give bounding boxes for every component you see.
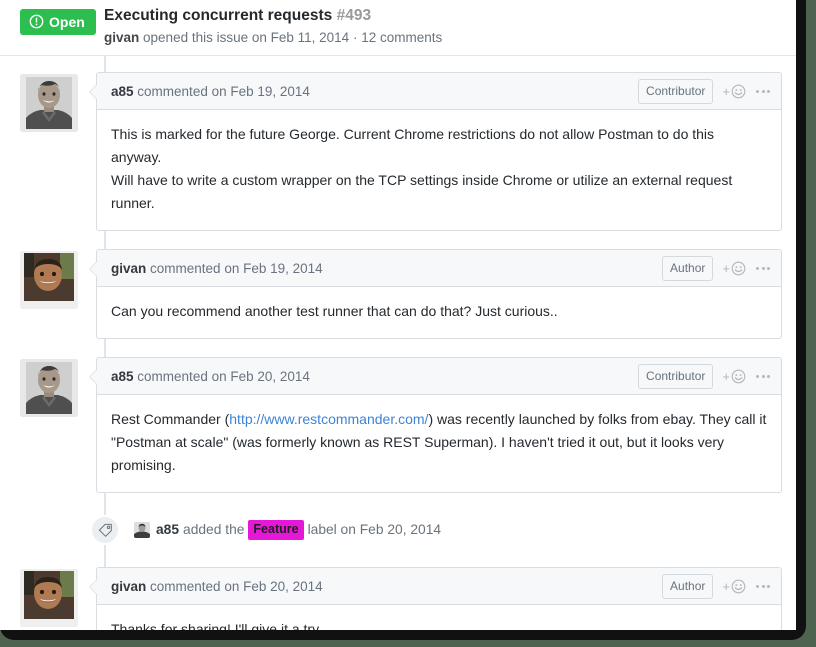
comment-author[interactable]: givan [111,579,146,594]
role-badge: Author [662,256,714,281]
kebab-horizontal-icon[interactable] [755,375,771,378]
comment-actions: Author + [662,256,771,281]
comment-author[interactable]: givan [111,261,146,276]
issue-header: Open Executing concurrent requests #493 … [0,0,796,56]
comment-header: a85 commented on Feb 19, 2014 Contributo… [97,73,781,110]
comment-body: Rest Commander (http://www.restcommander… [97,395,781,492]
avatar[interactable] [20,74,78,132]
role-badge: Contributor [638,364,714,389]
comment-author[interactable]: a85 [111,369,134,384]
mini-avatar[interactable] [134,522,150,538]
timeline-comment: a85 commented on Feb 20, 2014 Contributo… [0,357,796,493]
comment-actions: Contributor + [638,364,771,389]
comment-timestamp: Feb 20, 2014 [243,579,323,594]
event-actor[interactable]: a85 [156,520,179,540]
event-text: a85 added the Feature label on Feb 20, 2… [134,520,441,540]
kebab-horizontal-icon[interactable] [755,585,771,588]
comment-header: a85 commented on Feb 20, 2014 Contributo… [97,358,781,395]
comment-header: givan commented on Feb 19, 2014 Author + [97,250,781,287]
avatar[interactable] [20,569,78,627]
event-text-after: label on Feb 20, 2014 [307,522,442,537]
add-reaction-icon[interactable]: + [722,261,746,276]
comment-body: This is marked for the future George. Cu… [97,110,781,230]
timeline-comment: a85 commented on Feb 19, 2014 Contributo… [0,72,796,231]
comment-box: a85 commented on Feb 20, 2014 Contributo… [89,357,782,493]
comment-actions: Contributor + [638,79,771,104]
meta-separator: · [352,30,358,45]
comment-timestamp: Feb 19, 2014 [230,84,310,99]
issue-opened-text: opened this issue on Feb 11, 2014 [143,30,350,45]
status-badge: Open [20,9,96,35]
comment-line: Will have to write a custom wrapper on t… [111,172,733,211]
issue-author-link[interactable]: givan [104,30,139,45]
comment-body: Thanks for sharing! I'll give it a try. [97,605,781,630]
comment-count: 12 comments [361,30,443,45]
comment-line: Can you recommend another test runner th… [111,303,558,319]
avatar[interactable] [20,251,78,309]
issue-meta: givan opened this issue on Feb 11, 2014 … [104,29,786,47]
role-badge: Contributor [638,79,714,104]
comment-timestamp: Feb 19, 2014 [243,261,323,276]
timeline-event-label: a85 added the Feature label on Feb 20, 2… [0,511,796,557]
comment-box: givan commented on Feb 20, 2014 Author + [89,567,782,630]
comment-action: commented on [137,369,227,384]
issue-number: #493 [336,7,372,24]
comment-text-before-link: Rest Commander ( [111,411,230,427]
role-badge: Author [662,574,714,599]
avatar[interactable] [20,359,78,417]
timeline-comment: givan commented on Feb 20, 2014 Author + [0,567,796,630]
comment-body: Can you recommend another test runner th… [97,287,781,338]
page-title: Executing concurrent requests #493 [104,6,786,26]
issue-opened-icon [29,14,44,29]
add-reaction-icon[interactable]: + [722,369,746,384]
event-text-before: added the [183,522,245,537]
issue-header-text: Executing concurrent requests #493 givan… [104,6,786,47]
comment-line: This is marked for the future George. Cu… [111,126,715,165]
comment-header: givan commented on Feb 20, 2014 Author + [97,568,781,605]
comment-box: a85 commented on Feb 19, 2014 Contributo… [89,72,782,231]
comment-line: Thanks for sharing! I'll give it a try. [111,621,322,630]
label-chip[interactable]: Feature [248,520,304,540]
issue-timeline: a85 commented on Feb 19, 2014 Contributo… [0,56,796,630]
timeline-comment: givan commented on Feb 19, 2014 Author + [0,249,796,339]
comment-box: givan commented on Feb 19, 2014 Author + [89,249,782,339]
browser-frame: Open Executing concurrent requests #493 … [0,0,806,640]
comment-action: commented on [150,261,240,276]
kebab-horizontal-icon[interactable] [755,90,771,93]
issue-title-text: Executing concurrent requests [104,7,333,24]
comment-author[interactable]: a85 [111,84,134,99]
add-reaction-icon[interactable]: + [722,579,746,594]
tag-icon [90,515,120,545]
add-reaction-icon[interactable]: + [722,84,746,99]
comment-timestamp: Feb 20, 2014 [230,369,310,384]
kebab-horizontal-icon[interactable] [755,267,771,270]
issue-page: Open Executing concurrent requests #493 … [0,0,796,630]
comment-actions: Author + [662,574,771,599]
status-badge-label: Open [49,13,85,30]
external-link[interactable]: http://www.restcommander.com/ [229,411,428,427]
comment-action: commented on [137,84,227,99]
comment-action: commented on [150,579,240,594]
